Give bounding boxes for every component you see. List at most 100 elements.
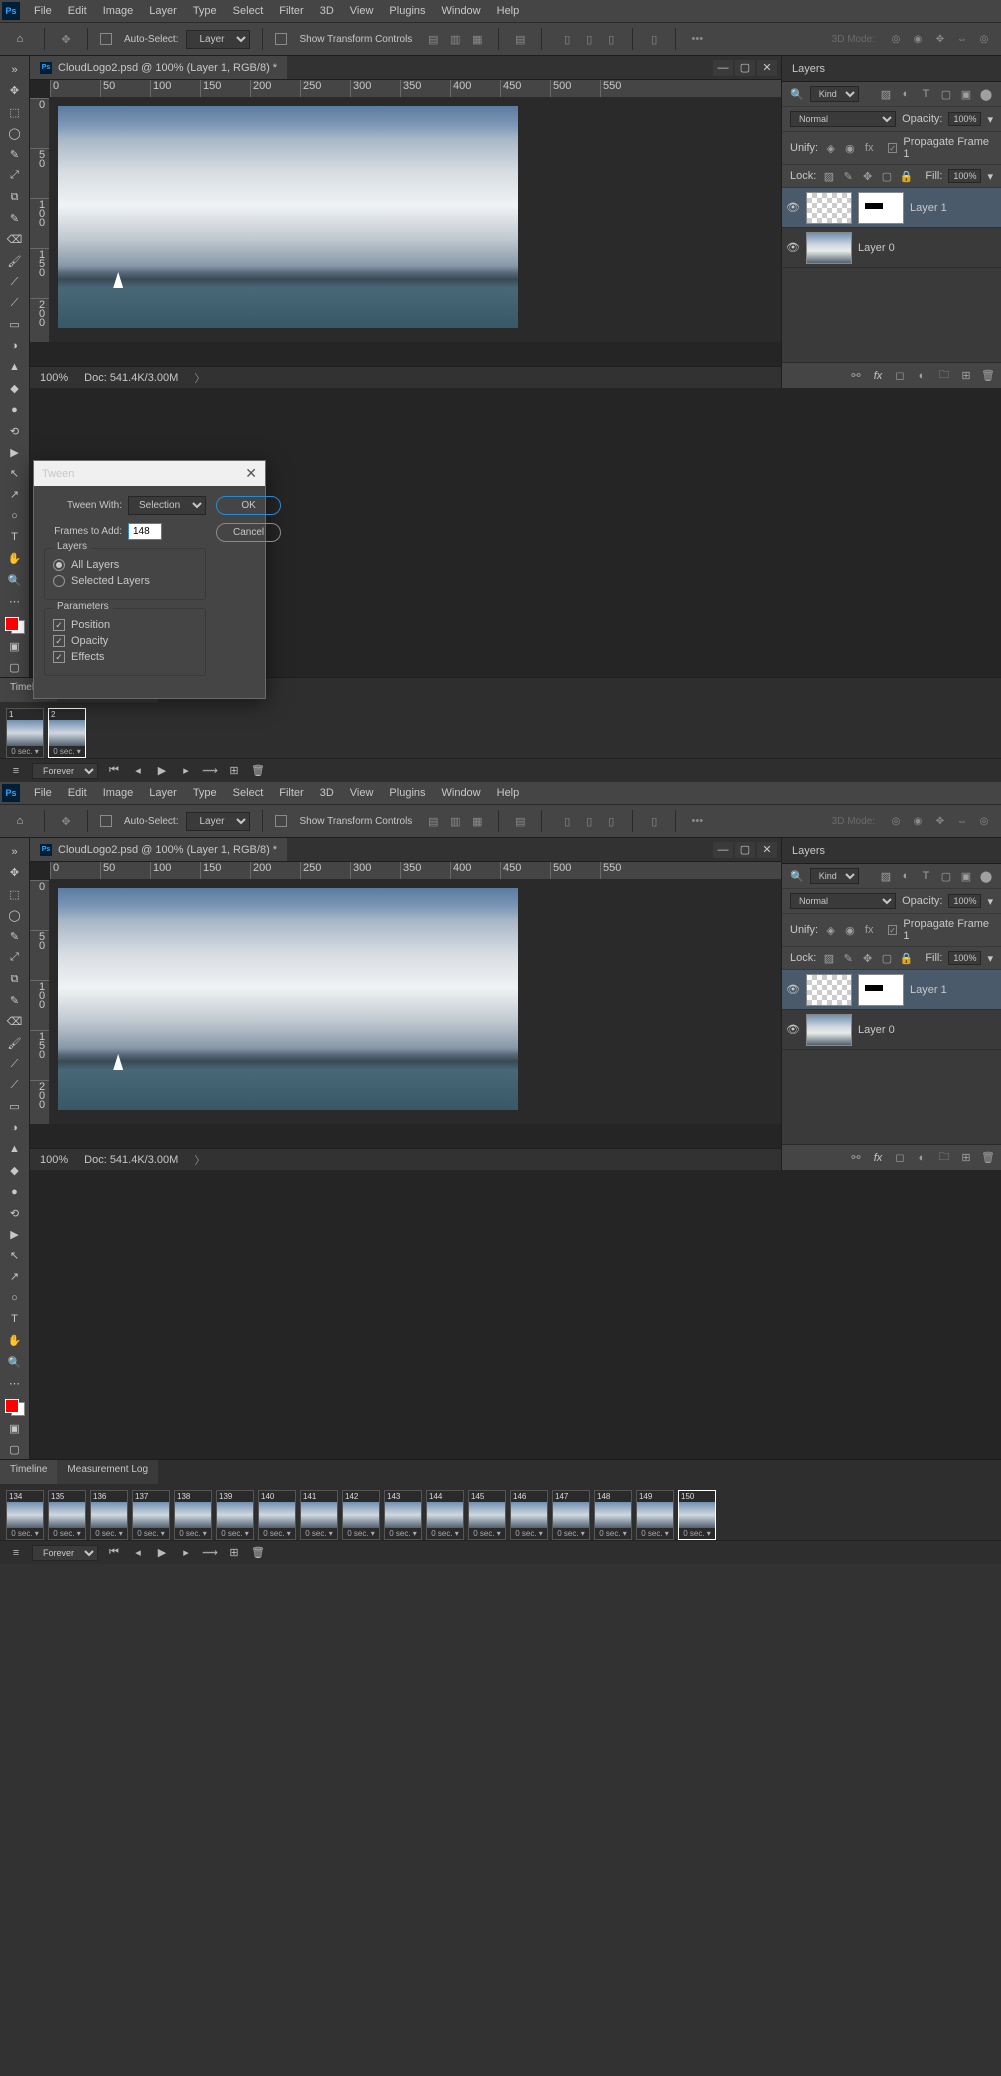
play-icon[interactable]: ▶ [154, 1545, 170, 1561]
dialog-close-icon[interactable]: ✕ [245, 465, 257, 482]
lock-transparency-icon[interactable]: ▨ [822, 951, 835, 965]
layer-row[interactable]: 👁 Layer 0 [782, 228, 1001, 268]
tool-frame[interactable]: ⧉ [3, 970, 27, 989]
filter-adjust-icon[interactable]: ◐ [899, 869, 913, 883]
group-icon[interactable]: 🗀 [937, 1151, 951, 1165]
unify-style-icon[interactable]: fx [863, 923, 876, 937]
tool-hand[interactable]: ✋ [3, 1331, 27, 1350]
layer-mask-icon[interactable]: ◻ [893, 369, 907, 383]
timeline-frame[interactable]: 134 0 sec. ▾ [6, 1490, 44, 1540]
tool-path-select[interactable]: ▶ [3, 443, 27, 462]
tool-gradient[interactable]: ◑ [3, 336, 27, 355]
lock-artboard-icon[interactable]: ▢ [880, 169, 893, 183]
align-center-icon[interactable]: ▥ [446, 30, 464, 48]
frame-delay[interactable]: 0 sec. ▾ [91, 1528, 127, 1539]
fill-dropdown-icon[interactable]: ▾ [987, 952, 993, 965]
frame-delay[interactable]: 0 sec. ▾ [385, 1528, 421, 1539]
menu-plugins[interactable]: Plugins [381, 784, 433, 802]
visibility-icon[interactable]: 👁 [786, 241, 800, 254]
tool-magic-wand[interactable]: ✎ [3, 927, 27, 946]
duplicate-frame-icon[interactable]: ⊞ [226, 1545, 242, 1561]
lock-pixels-icon[interactable]: ✎ [842, 951, 855, 965]
layer-style-icon[interactable]: fx [871, 1151, 885, 1165]
tool-blur[interactable]: ▲ [3, 358, 27, 377]
tool-eraser[interactable]: ▭ [3, 1097, 27, 1116]
document-tab[interactable]: Ps CloudLogo2.psd @ 100% (Layer 1, RGB/8… [30, 56, 287, 79]
tool-marquee[interactable]: ⬚ [3, 103, 27, 122]
layer-mask-thumbnail[interactable] [858, 192, 904, 224]
layer-mask-thumbnail[interactable] [858, 974, 904, 1006]
screen-mode-icon[interactable]: ▢ [3, 1440, 27, 1459]
tool-lasso[interactable]: ◯ [3, 906, 27, 925]
frame-delay[interactable]: 0 sec. ▾ [49, 746, 85, 757]
tool-lasso[interactable]: ◯ [3, 124, 27, 143]
prev-frame-icon[interactable]: ◂ [130, 763, 146, 779]
unify-visibility-icon[interactable]: ◉ [843, 923, 856, 937]
tool-brush[interactable]: 🖌 [3, 1033, 27, 1052]
delete-layer-icon[interactable]: 🗑 [981, 369, 995, 383]
tool-frame[interactable]: ⧉ [3, 188, 27, 207]
dist-3-icon[interactable]: ▯ [602, 30, 620, 48]
lock-transparency-icon[interactable]: ▨ [822, 169, 835, 183]
tool-clone[interactable]: ⟋ [3, 273, 27, 292]
show-transform-checkbox[interactable] [275, 33, 287, 45]
timeline-frame[interactable]: 139 0 sec. ▾ [216, 1490, 254, 1540]
quick-mask-icon[interactable]: ▣ [3, 1418, 27, 1437]
tool-path-select[interactable]: ▶ [3, 1225, 27, 1244]
menu-3d[interactable]: 3D [312, 2, 342, 20]
layer-thumbnail[interactable] [806, 192, 852, 224]
frame-delay[interactable]: 0 sec. ▾ [49, 1528, 85, 1539]
timeline-frame[interactable]: 147 0 sec. ▾ [552, 1490, 590, 1540]
auto-select-dropdown[interactable]: Layer [186, 812, 250, 831]
unify-position-icon[interactable]: ◈ [824, 141, 837, 155]
link-layers-icon[interactable]: ⚯ [849, 1151, 863, 1165]
lock-pixels-icon[interactable]: ✎ [842, 169, 855, 183]
propagate-checkbox[interactable]: ✓ [888, 925, 898, 935]
layers-tab[interactable]: Layers [782, 56, 1001, 82]
tool-eyedropper[interactable]: ✎ [3, 991, 27, 1010]
timeline-frame[interactable]: 150 0 sec. ▾ [678, 1490, 716, 1540]
timeline-frame[interactable]: 145 0 sec. ▾ [468, 1490, 506, 1540]
menu-filter[interactable]: Filter [271, 784, 311, 802]
menu-filter[interactable]: Filter [271, 2, 311, 20]
layer-row[interactable]: 👁 Layer 0 [782, 1010, 1001, 1050]
blend-mode-dropdown[interactable]: Normal [790, 893, 896, 909]
delete-frame-icon[interactable]: 🗑 [250, 763, 266, 779]
tool-brush[interactable]: 🖌 [3, 251, 27, 270]
tool-eyedropper[interactable]: ✎ [3, 209, 27, 228]
unify-style-icon[interactable]: fx [863, 141, 876, 155]
tools-flyout-icon[interactable]: » [3, 60, 27, 79]
show-transform-checkbox[interactable] [275, 815, 287, 827]
position-checkbox[interactable]: Position [53, 619, 197, 631]
menu-plugins[interactable]: Plugins [381, 2, 433, 20]
layer-thumbnail[interactable] [806, 1014, 852, 1046]
close-button[interactable]: ✕ [757, 842, 777, 858]
new-layer-icon[interactable]: ⊞ [959, 369, 973, 383]
auto-select-dropdown[interactable]: Layer [186, 30, 250, 49]
tool-ellipse[interactable]: ○ [3, 1289, 27, 1308]
tool-pen[interactable]: ● [3, 1182, 27, 1201]
delete-layer-icon[interactable]: 🗑 [981, 1151, 995, 1165]
cancel-button[interactable]: Cancel [216, 523, 281, 542]
menu-file[interactable]: File [26, 2, 60, 20]
frames-to-add-input[interactable] [128, 523, 162, 540]
3d-slide-icon[interactable]: ⇔ [953, 812, 971, 830]
first-frame-icon[interactable]: ⏮ [106, 1545, 122, 1561]
home-icon[interactable]: ⌂ [8, 809, 32, 833]
horizontal-ruler[interactable]: 050100150200250300350400450500550 [50, 862, 781, 880]
vertical-ruler[interactable]: 050100150200250 [30, 880, 50, 1124]
frame-delay[interactable]: 0 sec. ▾ [259, 1528, 295, 1539]
menu-file[interactable]: File [26, 784, 60, 802]
delete-frame-icon[interactable]: 🗑 [250, 1545, 266, 1561]
loop-dropdown[interactable]: Forever [32, 1545, 98, 1561]
frame-delay[interactable]: 0 sec. ▾ [343, 1528, 379, 1539]
timeline-tab[interactable]: Timeline [0, 1460, 57, 1484]
3d-zoom-icon[interactable]: ◎ [975, 812, 993, 830]
unify-visibility-icon[interactable]: ◉ [843, 141, 856, 155]
align-more-icon[interactable]: ▤ [511, 812, 529, 830]
frame-delay[interactable]: 0 sec. ▾ [511, 1528, 547, 1539]
frame-delay[interactable]: 0 sec. ▾ [7, 746, 43, 757]
canvas[interactable] [50, 98, 781, 342]
filter-smart-icon[interactable]: ▣ [959, 869, 973, 883]
filter-toggle-icon[interactable]: ⬤ [979, 869, 993, 883]
